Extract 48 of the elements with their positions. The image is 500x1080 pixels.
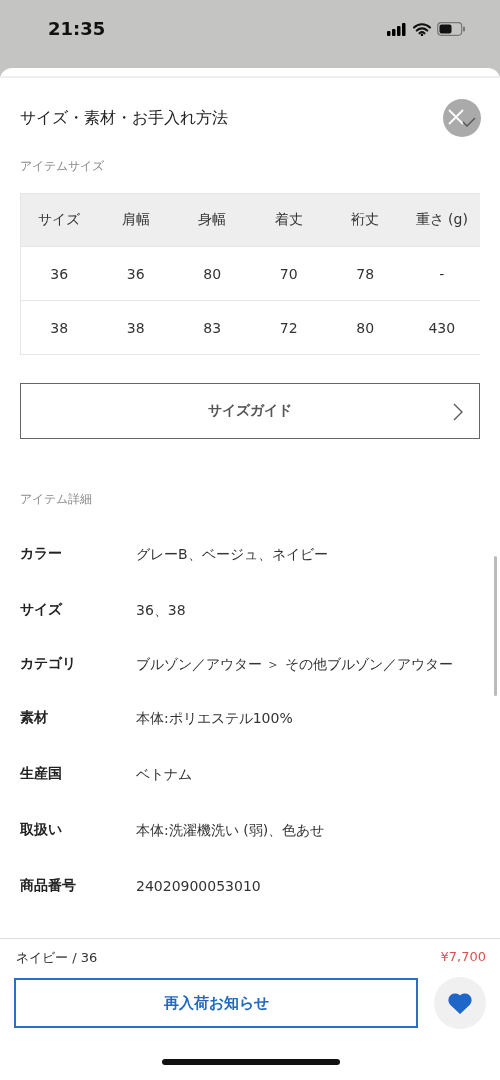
detail-label: サイズ	[20, 600, 64, 619]
detail-label: 素材	[20, 708, 49, 727]
column-header: 重さ (g)	[414, 211, 469, 229]
detail-value: 36、38	[136, 601, 187, 620]
favorite-button[interactable]	[434, 977, 486, 1029]
detail-value: 本体:ポリエステル100%	[136, 709, 294, 728]
column-header: 肩幅	[120, 211, 151, 229]
table-cell-text: 38	[125, 319, 146, 336]
table-cell-text: -	[438, 265, 446, 282]
close-icon	[447, 108, 477, 128]
detail-label: カラー	[20, 544, 63, 563]
table-cell-text: 36	[49, 265, 70, 282]
column-header: 着丈	[273, 211, 304, 229]
table-cell-text: 83	[202, 319, 223, 336]
table-cell-text: 72	[278, 319, 299, 336]
restock-notify-button[interactable]: 再入荷お知らせ	[14, 978, 418, 1028]
table-cell-text: 78	[355, 265, 376, 282]
detail-value: 24020900053010	[136, 877, 262, 896]
sheet-title: サイズ・素材・お手入れ方法	[20, 107, 228, 129]
battery-icon	[437, 22, 466, 36]
variant-label: ネイビー / 36	[16, 949, 98, 967]
section-heading: アイテム詳細	[20, 491, 93, 508]
column-header: 裄丈	[350, 211, 381, 229]
detail-label: 取扱い	[20, 820, 63, 839]
column-header: 身幅	[197, 211, 228, 229]
detail-label: 商品番号	[20, 876, 77, 895]
price: ¥7,700	[440, 949, 486, 966]
table-cell-text: 70	[278, 265, 299, 282]
section-heading: アイテムサイズ	[20, 158, 105, 175]
chevron-right-icon	[453, 403, 463, 421]
table-cell-text: 430	[427, 319, 457, 336]
table-cell-text: 80	[355, 319, 376, 336]
size-guide-button[interactable]: サイズガイド	[20, 383, 480, 439]
table-cell-text: 38	[49, 319, 70, 336]
detail-value: 本体:洗濯機洗い (弱)、色あせ	[136, 821, 326, 840]
wifi-icon	[413, 22, 431, 36]
heart-icon	[448, 992, 472, 1014]
table-cell-text: 36	[125, 265, 146, 282]
signal-icon	[387, 22, 407, 36]
table-cell-text: 80	[202, 265, 223, 282]
detail-value: グレーB、ベージュ、ネイビー	[136, 545, 329, 564]
status-time: 21:35	[48, 18, 106, 39]
detail-label: 生産国	[20, 764, 63, 783]
close-button[interactable]	[443, 99, 481, 137]
detail-value: ブルゾン／アウター ＞ その他ブルゾン／アウター	[136, 655, 454, 674]
detail-label: カテゴリ	[20, 654, 77, 673]
column-header: サイズ	[37, 211, 82, 229]
detail-value: ベトナム	[136, 765, 193, 784]
